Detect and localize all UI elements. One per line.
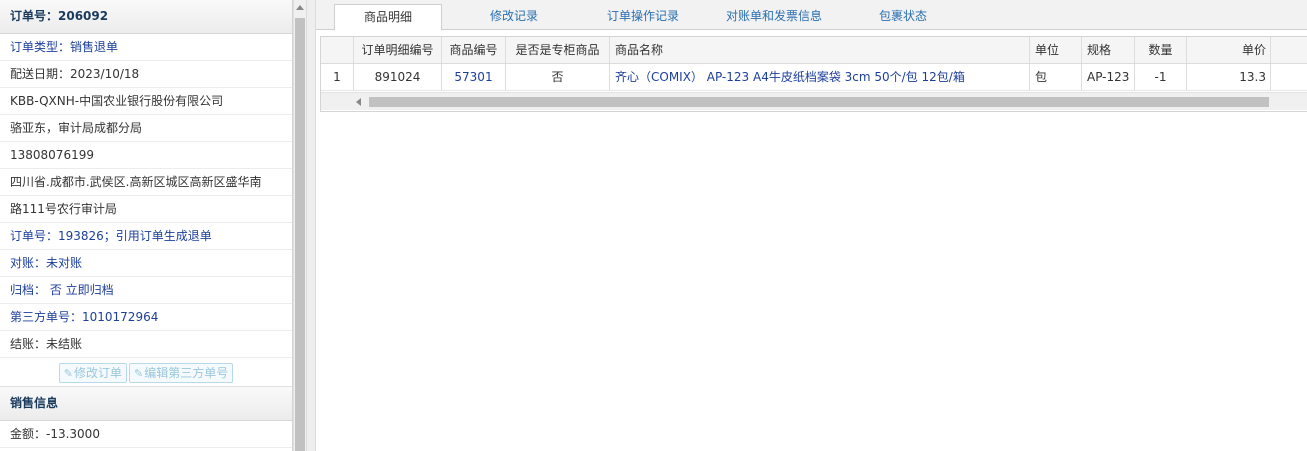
address-line-2: 路111号农行审计局 (0, 196, 292, 223)
sales-info-header: 销售信息 (0, 387, 292, 421)
cell-row-number: 1 (321, 64, 354, 90)
order-info-panel: 订单号：206092 订单类型：销售退单 配送日期：2023/10/18 KBB… (0, 0, 293, 451)
cell-unit: 包 (1030, 64, 1082, 90)
tab-statement-invoice[interactable]: 对账单和发票信息 (714, 4, 834, 29)
grid-horizontal-scrollbar[interactable] (321, 92, 1307, 110)
arrow-up-icon[interactable] (296, 5, 304, 10)
tab-product-details[interactable]: 商品明细 (334, 4, 442, 31)
order-type: 订单类型：销售退单 (0, 34, 292, 61)
reconciliation-status[interactable]: 对账：未对账 (0, 250, 292, 277)
edit-third-party-label: 编辑第三方单号 (144, 365, 229, 380)
col-product-code[interactable]: 商品编号 (442, 37, 506, 63)
col-detail-id[interactable]: 订单明细编号 (354, 37, 442, 63)
col-spec[interactable]: 规格 (1082, 37, 1135, 63)
edit-order-button[interactable]: ✎修改订单 (58, 362, 127, 383)
cell-quantity: -1 (1135, 64, 1187, 90)
col-counter-item[interactable]: 是否是专柜商品 (506, 37, 610, 63)
edit-icon: ✎ (134, 366, 144, 380)
tab-bar: 商品明细 修改记录 订单操作记录 对账单和发票信息 包裹状态 (316, 0, 1307, 31)
tab-package-status[interactable]: 包裹状态 (860, 4, 946, 29)
cell-counter-item: 否 (506, 64, 610, 90)
edit-order-label: 修改订单 (73, 365, 122, 380)
order-number-header: 订单号：206092 (0, 0, 292, 34)
contact-phone: 13808076199 (0, 142, 292, 169)
panel-splitter[interactable] (306, 0, 316, 451)
customer-company: KBB-QXNH-中国农业银行股份有限公司 (0, 88, 292, 115)
col-row-number (321, 37, 354, 63)
scrollbar-thumb[interactable] (369, 97, 1269, 107)
cell-detail-id: 891024 (354, 64, 442, 90)
settlement-status: 结账：未结账 (0, 331, 292, 358)
product-detail-grid: 订单明细编号 商品编号 是否是专柜商品 商品名称 单位 规格 数量 单价 1 8… (320, 36, 1307, 112)
cell-unit-price: 13.3 (1187, 64, 1271, 90)
contact-person: 骆亚东，审计局成都分局 (0, 115, 292, 142)
table-row[interactable]: 1 891024 57301 否 齐心（COMIX） AP-123 A4牛皮纸档… (321, 64, 1307, 91)
edit-icon: ✎ (63, 366, 73, 380)
col-unit[interactable]: 单位 (1030, 37, 1082, 63)
cell-spec: AP-123 (1082, 64, 1135, 90)
cell-product-name-link[interactable]: 齐心（COMIX） AP-123 A4牛皮纸档案袋 3cm 50个/包 12包/… (610, 64, 1030, 90)
tab-order-operation-log[interactable]: 订单操作记录 (588, 4, 698, 29)
cell-product-code-link[interactable]: 57301 (442, 64, 506, 90)
detail-area: 商品明细 修改记录 订单操作记录 对账单和发票信息 包裹状态 订单明细编号 商品… (316, 0, 1307, 451)
col-quantity[interactable]: 数量 (1135, 37, 1187, 63)
order-actions: ✎修改订单 ✎编辑第三方单号 (0, 358, 292, 387)
amount: 金额：-13.3000 (0, 421, 292, 448)
col-product-name[interactable]: 商品名称 (610, 37, 1030, 63)
arrow-left-icon[interactable] (356, 98, 361, 106)
delivery-date: 配送日期：2023/10/18 (0, 61, 292, 88)
archive-status[interactable]: 归档： 否 立即归档 (0, 277, 292, 304)
edit-third-party-number-button[interactable]: ✎编辑第三方单号 (129, 362, 234, 383)
left-panel-scrollbar[interactable] (293, 0, 306, 451)
col-unit-price[interactable]: 单价 (1187, 37, 1271, 63)
tab-change-log[interactable]: 修改记录 (464, 4, 564, 29)
address-line-1: 四川省.成都市.武侯区.高新区城区高新区盛华南 (0, 169, 292, 196)
referenced-order[interactable]: 订单号：193826；引用订单生成退单 (0, 223, 292, 250)
grid-header: 订单明细编号 商品编号 是否是专柜商品 商品名称 单位 规格 数量 单价 (321, 37, 1307, 64)
scrollbar-thumb[interactable] (295, 18, 305, 451)
third-party-order-number[interactable]: 第三方单号：1010172964 (0, 304, 292, 331)
